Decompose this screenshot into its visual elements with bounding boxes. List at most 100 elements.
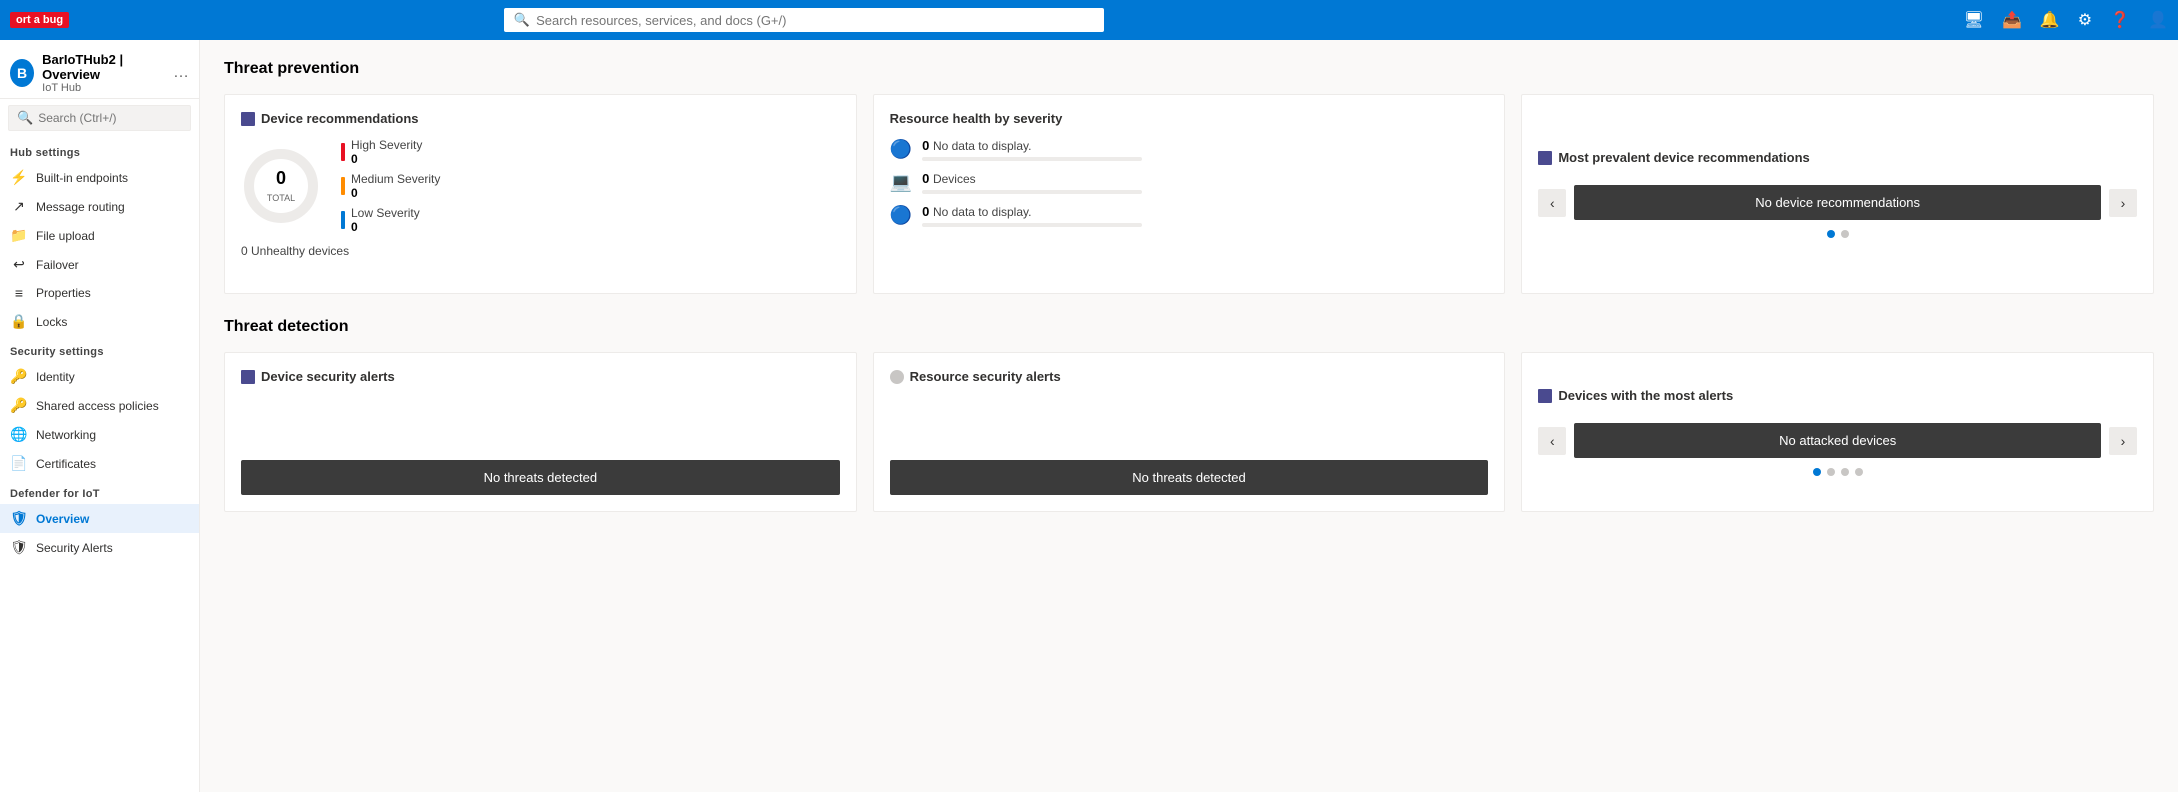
detection-dot-0 [1813, 468, 1821, 476]
carousel-dots [1538, 230, 2137, 238]
identity-icon: 🔑 [10, 368, 28, 385]
resource-alert-icon [890, 370, 904, 384]
sidebar-logo: B [10, 59, 34, 87]
severity-high: High Severity 0 [341, 138, 440, 166]
detection-carousel-main: No attacked devices [1574, 423, 2101, 458]
search-input[interactable] [536, 13, 1094, 28]
hub-settings-label: Hub settings [0, 137, 199, 163]
main-content: Threat prevention Device recommendations… [200, 40, 2178, 792]
resource-item-1: 💻 0 Devices [890, 171, 1489, 194]
detection-dot-1 [1827, 468, 1835, 476]
resource-icon-1: 💻 [890, 172, 912, 193]
devices-most-alerts-card: Devices with the most alerts ‹ No attack… [1521, 352, 2154, 512]
gear-icon[interactable]: ⚙ [2078, 10, 2092, 30]
device-recommendations-card: Device recommendations 0 TOTAL [224, 94, 857, 294]
medium-bar [341, 177, 345, 195]
detection-carousel-controls: ‹ No attacked devices › [1538, 423, 2137, 458]
severity-medium: Medium Severity 0 [341, 172, 440, 200]
networking-icon: 🌐 [10, 426, 28, 443]
sidebar-item-identity[interactable]: 🔑 Identity [0, 362, 199, 391]
medium-value: 0 [351, 186, 440, 200]
resource-type: IoT Hub [42, 82, 165, 94]
resource-item-0: 🔵 0 No data to display. [890, 138, 1489, 161]
prev-button[interactable]: ‹ [1538, 189, 1566, 217]
sidebar-item-label: Security Alerts [36, 541, 113, 555]
resource-icon-2: 🔵 [890, 205, 912, 226]
high-value: 0 [351, 152, 422, 166]
sidebar-item-label: Failover [36, 258, 79, 272]
resource-text-2: No data to display. [933, 205, 1032, 219]
sidebar-item-properties[interactable]: ≡ Properties [0, 279, 199, 307]
global-search-bar[interactable]: 🔍 [504, 8, 1104, 32]
more-options-button[interactable]: … [173, 64, 189, 82]
sidebar-item-security-alerts[interactable]: 🛡 Security Alerts [0, 533, 199, 562]
sidebar-item-shared-access-policies[interactable]: 🔑 Shared access policies [0, 391, 199, 420]
sidebar-item-networking[interactable]: 🌐 Networking [0, 420, 199, 449]
search-icon: 🔍 [514, 12, 530, 28]
resource-text-0: No data to display. [933, 139, 1032, 153]
bug-report-button[interactable]: ort a bug [10, 12, 69, 28]
no-recommendations-button[interactable]: No device recommendations [1574, 185, 2101, 220]
sidebar-search-bar[interactable]: 🔍 [8, 105, 191, 131]
unhealthy-devices-label: 0 Unhealthy devices [241, 244, 840, 258]
donut-total-label: TOTAL [267, 193, 295, 203]
dot-1 [1841, 230, 1849, 238]
sidebar-item-built-in-endpoints[interactable]: ⚡ Built-in endpoints [0, 163, 199, 192]
help-icon[interactable]: ❓ [2110, 10, 2130, 30]
carousel-controls: ‹ No device recommendations › [1538, 185, 2137, 220]
next-button[interactable]: › [2109, 189, 2137, 217]
resource-count-1: 0 [922, 171, 929, 186]
sidebar-item-label: Networking [36, 428, 96, 442]
low-value: 0 [351, 220, 420, 234]
bell-icon[interactable]: 🔔 [2040, 10, 2060, 30]
resource-text-1: Devices [933, 172, 976, 186]
no-threats-button-resource[interactable]: No threats detected [890, 460, 1489, 495]
resource-health-card: Resource health by severity 🔵 0 No data … [873, 94, 1506, 294]
card-icon [241, 112, 255, 126]
sidebar-item-locks[interactable]: 🔒 Locks [0, 307, 199, 336]
person-icon[interactable]: 👤 [2148, 10, 2168, 30]
resource-count-2: 0 [922, 204, 929, 219]
upload-icon[interactable]: 📤 [2002, 10, 2022, 30]
failover-icon: ↩ [10, 256, 28, 273]
resource-security-alerts-card: Resource security alerts No threats dete… [873, 352, 1506, 512]
sidebar-search-input[interactable] [38, 111, 182, 125]
medium-label: Medium Severity [351, 172, 440, 186]
overview-icon: 🛡 [10, 510, 28, 527]
resource-icon-0: 🔵 [890, 139, 912, 160]
low-label: Low Severity [351, 206, 420, 220]
sidebar-item-label: Certificates [36, 457, 96, 471]
severity-low: Low Severity 0 [341, 206, 440, 234]
threat-detection-title: Threat detection [224, 318, 2154, 336]
detection-prev-button[interactable]: ‹ [1538, 427, 1566, 455]
locks-icon: 🔒 [10, 313, 28, 330]
no-threats-button-device[interactable]: No threats detected [241, 460, 840, 495]
most-prevalent-title: Most prevalent device recommendations [1538, 150, 2137, 165]
sidebar-item-label: Locks [36, 315, 67, 329]
sidebar-item-overview[interactable]: 🛡 Overview [0, 504, 199, 533]
threat-prevention-title: Threat prevention [224, 60, 2154, 78]
security-settings-label: Security settings [0, 336, 199, 362]
sidebar-item-failover[interactable]: ↩ Failover [0, 250, 199, 279]
donut-total-value: 0 [267, 168, 295, 189]
monitor-icon[interactable]: 🖥 [1964, 10, 1984, 30]
resource-count-0: 0 [922, 138, 929, 153]
topbar: ort a bug 🔍 🖥 📤 🔔 ⚙ ❓ 👤 [0, 0, 2178, 40]
dot-0 [1827, 230, 1835, 238]
most-prevalent-card: Most prevalent device recommendations ‹ … [1521, 94, 2154, 294]
donut-section: 0 TOTAL High Severity 0 [241, 138, 840, 234]
detection-next-button[interactable]: › [2109, 427, 2137, 455]
alert-card-icon [241, 370, 255, 384]
certificates-icon: 📄 [10, 455, 28, 472]
no-attacked-button[interactable]: No attacked devices [1574, 423, 2101, 458]
sidebar-item-certificates[interactable]: 📄 Certificates [0, 449, 199, 478]
security-alerts-icon: 🛡 [10, 539, 28, 556]
sidebar-item-message-routing[interactable]: ↗ Message routing [0, 192, 199, 221]
device-security-alerts-card: Device security alerts No threats detect… [224, 352, 857, 512]
sidebar-search-icon: 🔍 [17, 110, 33, 126]
sidebar-item-label: Overview [36, 512, 89, 526]
threat-prevention-cards: Device recommendations 0 TOTAL [224, 94, 2154, 294]
defender-iot-label: Defender for IoT [0, 478, 199, 504]
threat-detection-cards: Device security alerts No threats detect… [224, 352, 2154, 512]
sidebar-item-file-upload[interactable]: 📁 File upload [0, 221, 199, 250]
